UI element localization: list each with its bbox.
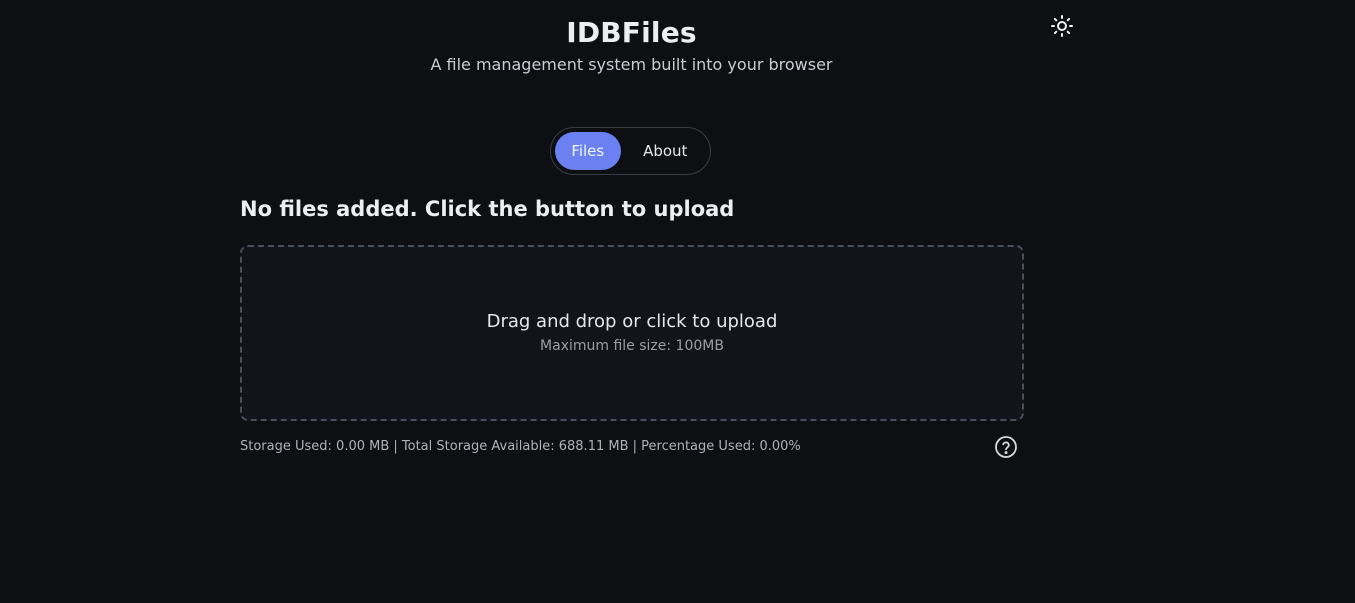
tab-files[interactable]: Files (555, 132, 621, 170)
storage-info: Storage Used: 0.00 MB | Total Storage Av… (240, 439, 801, 454)
question-circle-icon (995, 436, 1017, 458)
tab-about[interactable]: About (625, 132, 706, 170)
empty-state-heading: No files added. Click the button to uplo… (240, 197, 735, 221)
view-tabs: Files About (550, 127, 711, 175)
dropzone-max-size-hint: Maximum file size: 100MB (540, 338, 724, 354)
upload-dropzone[interactable]: Drag and drop or click to upload Maximum… (240, 245, 1024, 421)
theme-toggle-button[interactable] (1049, 13, 1075, 39)
sun-icon (1051, 15, 1073, 37)
help-button[interactable] (994, 435, 1018, 459)
app-subtitle: A file management system built into your… (430, 55, 833, 74)
dropzone-title: Drag and drop or click to upload (486, 311, 778, 332)
